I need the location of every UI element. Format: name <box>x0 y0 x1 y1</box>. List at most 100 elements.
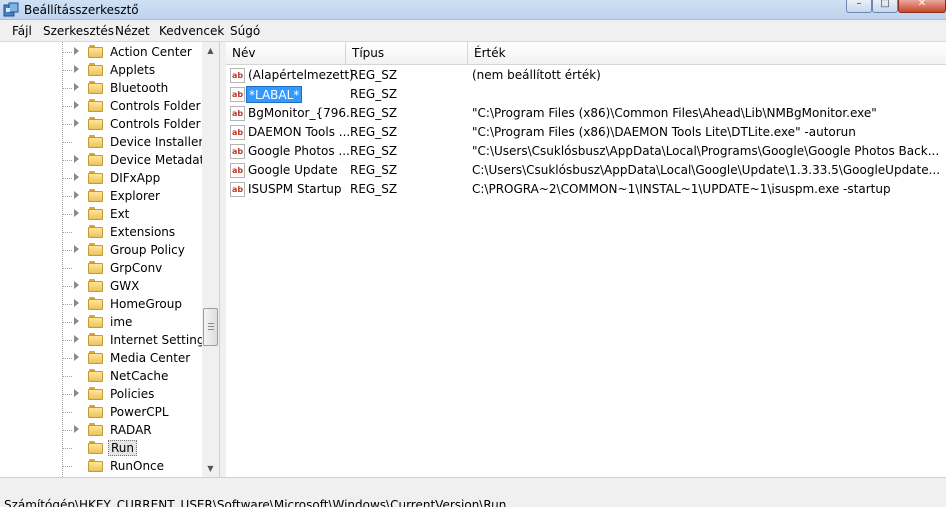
expand-arrow-icon[interactable] <box>74 191 79 199</box>
tree-item[interactable]: ime <box>0 313 200 331</box>
tree-item[interactable]: DIFxApp <box>0 169 200 187</box>
folder-icon <box>88 153 104 167</box>
tree-item[interactable]: Internet Settings <box>0 331 211 349</box>
value-row[interactable]: ab DAEMON Tools ... REG_SZ "C:\Program File… <box>226 123 946 142</box>
value-type: REG_SZ <box>350 144 398 158</box>
tree-item[interactable]: Media Center <box>0 349 200 367</box>
close-button[interactable]: ✕ <box>898 0 946 13</box>
maximize-button[interactable]: □ <box>872 0 898 13</box>
menu-favorites[interactable]: Kedvencek <box>159 24 224 38</box>
tree-item[interactable]: Ext <box>0 205 200 223</box>
tree-item[interactable]: PowerCPL <box>0 403 200 421</box>
expand-arrow-icon[interactable] <box>74 353 79 361</box>
tree-item[interactable]: NetCache <box>0 367 200 385</box>
tree-item[interactable]: Run <box>0 439 200 457</box>
key-tree[interactable]: Action Center Applets Bluetooth Controls Fo… <box>0 42 220 477</box>
folder-icon <box>88 297 104 311</box>
menu-help[interactable]: Súgó <box>230 24 260 38</box>
tree-item[interactable]: GrpConv <box>0 259 200 277</box>
expand-arrow-icon[interactable] <box>74 47 79 55</box>
menu-edit[interactable]: Szerkesztés <box>43 24 114 38</box>
tree-item[interactable]: Explorer <box>0 187 200 205</box>
expand-arrow-icon[interactable] <box>74 173 79 181</box>
value-data: C:\Users\Csuklósbusz\AppData\Local\Googl… <box>472 163 941 177</box>
tree-branch-line <box>63 178 72 179</box>
menu-bar: Fájl Szerkesztés Nézet Kedvencek Súgó <box>0 20 946 42</box>
value-name: ISUSPM Startup <box>248 182 342 196</box>
tree-branch-line <box>63 358 72 359</box>
tree-item-label: GrpConv <box>110 261 163 275</box>
folder-icon <box>88 441 104 455</box>
expand-arrow-icon[interactable] <box>74 83 79 91</box>
expand-arrow-icon[interactable] <box>74 281 79 289</box>
expand-arrow-icon[interactable] <box>74 155 79 163</box>
values-list[interactable]: Név Típus Érték ab (Alapértelmezett) REG_S… <box>226 42 946 477</box>
tree-item[interactable]: Device Metadata <box>0 151 212 169</box>
value-name-edit-field[interactable]: *LABAL* <box>246 86 303 103</box>
tree-item[interactable]: GWX <box>0 277 200 295</box>
column-header-data[interactable]: Érték <box>468 42 946 65</box>
expand-arrow-icon[interactable] <box>74 389 79 397</box>
column-header-name[interactable]: Név <box>226 42 346 65</box>
tree-item-label: GWX <box>110 279 140 293</box>
value-row[interactable]: ab BgMonitor_{796... REG_SZ "C:\Program Fil… <box>226 104 946 123</box>
tree-item[interactable]: Controls Folder (W <box>0 115 219 133</box>
folder-icon <box>88 423 104 437</box>
expand-arrow-icon[interactable] <box>74 299 79 307</box>
expand-arrow-icon[interactable] <box>74 245 79 253</box>
menu-file[interactable]: Fájl <box>12 24 32 38</box>
tree-item-label: DIFxApp <box>110 171 161 185</box>
tree-item-label: Policies <box>110 387 155 401</box>
value-row[interactable]: ab Google Update REG_SZ C:\Users\Csuklósbus… <box>226 161 946 180</box>
scroll-thumb[interactable] <box>203 308 218 346</box>
string-value-icon: ab <box>230 125 245 140</box>
folder-icon <box>88 45 104 59</box>
tree-branch-line <box>63 52 72 53</box>
title-bar: Beállításszerkesztő – □ ✕ <box>0 0 946 20</box>
value-name: BgMonitor_{796... <box>248 106 358 120</box>
tree-item[interactable]: Group Policy <box>0 241 200 259</box>
tree-item[interactable]: Device Installer <box>0 133 203 151</box>
expand-arrow-icon[interactable] <box>74 101 79 109</box>
string-value-icon: ab <box>230 163 245 178</box>
window-title: Beállításszerkesztő <box>24 3 139 17</box>
string-value-icon: ab <box>230 106 245 121</box>
scroll-up-icon[interactable]: ▲ <box>202 42 219 59</box>
expand-arrow-icon[interactable] <box>74 425 79 433</box>
string-value-icon: ab <box>230 144 245 159</box>
column-header-type[interactable]: Típus <box>346 42 468 65</box>
value-data: "C:\Users\Csuklósbusz\AppData\Local\Prog… <box>472 144 940 158</box>
folder-icon <box>88 351 104 365</box>
value-type: REG_SZ <box>350 125 398 139</box>
tree-item[interactable]: HomeGroup <box>0 295 200 313</box>
tree-scrollbar[interactable]: ▲ ▼ <box>202 42 219 477</box>
tree-item[interactable]: Action Center <box>0 43 200 61</box>
tree-item[interactable]: RADAR <box>0 421 200 439</box>
value-row[interactable]: ab (Alapértelmezett) REG_SZ (nem beállított… <box>226 66 946 85</box>
folder-icon <box>88 99 104 113</box>
tree-branch-line <box>63 250 72 251</box>
minimize-button[interactable]: – <box>846 0 872 13</box>
tree-branch-line <box>63 106 72 107</box>
menu-view[interactable]: Nézet <box>115 24 150 38</box>
expand-arrow-icon[interactable] <box>74 317 79 325</box>
scroll-down-icon[interactable]: ▼ <box>202 460 219 477</box>
expand-arrow-icon[interactable] <box>74 119 79 127</box>
tree-item[interactable]: RunOnce <box>0 457 200 475</box>
value-row[interactable]: ab ISUSPM Startup REG_SZ C:\PROGRA~2\COMMON… <box>226 180 946 199</box>
expand-arrow-icon[interactable] <box>74 65 79 73</box>
expand-arrow-icon[interactable] <box>74 335 79 343</box>
value-row[interactable]: ab *LABAL* REG_SZ <box>226 85 946 104</box>
value-row[interactable]: ab Google Photos ... REG_SZ "C:\Users\Csukl… <box>226 142 946 161</box>
value-name: DAEMON Tools ... <box>248 125 351 139</box>
tree-item[interactable]: Extensions <box>0 223 200 241</box>
tree-item[interactable]: Applets <box>0 61 200 79</box>
maximize-icon: □ <box>880 0 890 9</box>
tree-item[interactable]: Bluetooth <box>0 79 200 97</box>
tree-item-label: Ext <box>110 207 130 221</box>
string-value-icon: ab <box>230 68 245 83</box>
expand-arrow-icon[interactable] <box>74 209 79 217</box>
tree-branch-line <box>63 124 72 125</box>
tree-item[interactable]: Controls Folder <box>0 97 201 115</box>
tree-item[interactable]: Policies <box>0 385 200 403</box>
